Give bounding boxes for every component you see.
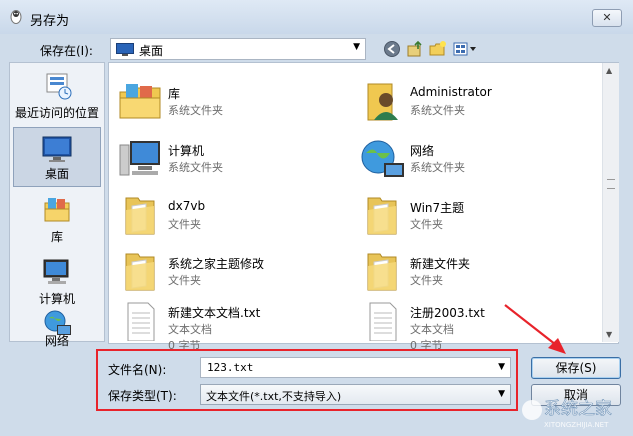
filename-label: 文件名(N): bbox=[108, 363, 167, 377]
title-bar: 另存为 ✕ bbox=[0, 0, 633, 34]
place-label: 库 bbox=[50, 230, 63, 244]
watermark-icon: 系统之家 XITONGZHIJIA.NET bbox=[522, 399, 612, 429]
folder-icon bbox=[367, 253, 397, 291]
filetype-dropdown[interactable]: 文本文件(*.txt,不支持导入) ▼ bbox=[200, 384, 511, 405]
file-type: 文件夹 bbox=[168, 218, 201, 231]
save-in-value: 桌面 bbox=[139, 44, 164, 58]
watermark-logo: 系统之家 XITONGZHIJIA.NET bbox=[520, 392, 630, 432]
filetype-label: 保存类型(T): bbox=[108, 389, 177, 403]
file-type: 文件夹 bbox=[410, 274, 443, 287]
file-type: 系统文件夹 bbox=[168, 104, 223, 117]
place-recent[interactable]: 最近访问的位置 bbox=[10, 65, 104, 125]
libraries-icon bbox=[44, 198, 70, 222]
place-label: 最近访问的位置 bbox=[14, 106, 99, 120]
recent-places-icon bbox=[46, 73, 72, 100]
file-name: 库 bbox=[168, 87, 181, 101]
file-item[interactable]: 计算机 系统文件夹 bbox=[110, 135, 330, 183]
file-name: 系统之家主题修改 bbox=[168, 257, 265, 271]
place-computer[interactable]: 计算机 bbox=[10, 251, 104, 311]
scroll-grip[interactable] bbox=[607, 179, 615, 189]
save-button[interactable]: 保存(S) bbox=[531, 357, 621, 379]
folder-icon bbox=[125, 253, 155, 291]
file-type: 文件夹 bbox=[410, 218, 443, 231]
vertical-scrollbar[interactable]: ▲ ▼ bbox=[602, 63, 619, 342]
place-label: 网络 bbox=[44, 334, 69, 348]
place-label: 桌面 bbox=[44, 167, 69, 181]
place-libraries[interactable]: 库 bbox=[10, 189, 104, 249]
user-folder-icon bbox=[367, 83, 398, 121]
file-name: 注册2003.txt bbox=[410, 306, 485, 320]
file-name: Win7主题 bbox=[410, 201, 465, 215]
save-in-dropdown[interactable]: 桌面 ▼ bbox=[110, 38, 366, 60]
close-button[interactable]: ✕ bbox=[592, 9, 622, 27]
chevron-down-icon: ▼ bbox=[353, 42, 360, 52]
desktop-icon bbox=[42, 136, 72, 162]
up-folder-icon[interactable] bbox=[406, 40, 424, 58]
file-item[interactable]: 新建文本文档.txt 文本文档 0 字节 bbox=[110, 297, 330, 352]
folder-icon bbox=[125, 197, 155, 235]
close-icon: ✕ bbox=[602, 11, 612, 24]
file-type: 文本文档 bbox=[410, 323, 454, 336]
filename-input[interactable] bbox=[205, 360, 489, 375]
file-type: 系统文件夹 bbox=[410, 104, 465, 117]
new-folder-icon[interactable] bbox=[429, 40, 447, 58]
file-item[interactable]: dx7vb 文件夹 bbox=[110, 192, 330, 240]
file-name: 新建文件夹 bbox=[410, 257, 471, 271]
view-menu-icon[interactable] bbox=[452, 40, 478, 58]
scroll-down-icon[interactable]: ▼ bbox=[606, 330, 612, 339]
file-type: 系统文件夹 bbox=[410, 161, 465, 174]
file-name: 计算机 bbox=[168, 144, 205, 158]
file-item[interactable]: 系统之家主题修改 文件夹 bbox=[110, 248, 330, 296]
back-icon[interactable] bbox=[383, 40, 401, 58]
file-name: 网络 bbox=[410, 144, 435, 158]
desktop-icon bbox=[116, 43, 134, 56]
svg-text:XITONGZHIJIA.NET: XITONGZHIJIA.NET bbox=[544, 421, 609, 429]
file-type: 系统文件夹 bbox=[168, 161, 223, 174]
place-desktop[interactable]: 桌面 bbox=[13, 127, 101, 187]
qq-penguin-icon bbox=[10, 10, 22, 24]
places-bar: 最近访问的位置 桌面 库 计算机 网络 bbox=[9, 62, 105, 348]
svg-text:系统之家: 系统之家 bbox=[544, 399, 612, 419]
computer-icon bbox=[119, 141, 160, 176]
place-network[interactable]: 网络 bbox=[10, 310, 104, 348]
file-item[interactable]: 网络 系统文件夹 bbox=[352, 135, 572, 183]
chevron-down-icon: ▼ bbox=[498, 389, 505, 399]
network-icon bbox=[361, 140, 404, 177]
file-name: 新建文本文档.txt bbox=[168, 306, 261, 320]
save-in-label: 保存在(I): bbox=[40, 44, 93, 58]
file-item[interactable]: Win7主题 文件夹 bbox=[352, 192, 572, 240]
filetype-value: 文本文件(*.txt,不支持导入) bbox=[206, 390, 342, 403]
file-item[interactable]: 库 系统文件夹 bbox=[110, 78, 330, 126]
window-title: 另存为 bbox=[30, 14, 70, 29]
place-label: 计算机 bbox=[38, 292, 75, 306]
file-type: 文本文档 bbox=[168, 323, 212, 336]
computer-icon bbox=[43, 259, 69, 284]
chevron-down-icon[interactable]: ▼ bbox=[498, 362, 505, 372]
folder-icon bbox=[367, 197, 397, 235]
file-item[interactable]: 注册2003.txt 文本文档 0 字节 bbox=[352, 297, 572, 352]
text-document-icon bbox=[127, 302, 155, 341]
scroll-up-icon[interactable]: ▲ bbox=[606, 66, 612, 75]
file-name: Administrator bbox=[410, 85, 492, 99]
file-name: dx7vb bbox=[168, 199, 206, 213]
file-item[interactable]: Administrator 系统文件夹 bbox=[352, 78, 572, 126]
filename-field[interactable]: ▼ bbox=[200, 357, 511, 378]
text-document-icon bbox=[369, 302, 397, 341]
file-item[interactable]: 新建文件夹 文件夹 bbox=[352, 248, 572, 296]
libraries-icon bbox=[119, 84, 161, 119]
file-type: 文件夹 bbox=[168, 274, 201, 287]
